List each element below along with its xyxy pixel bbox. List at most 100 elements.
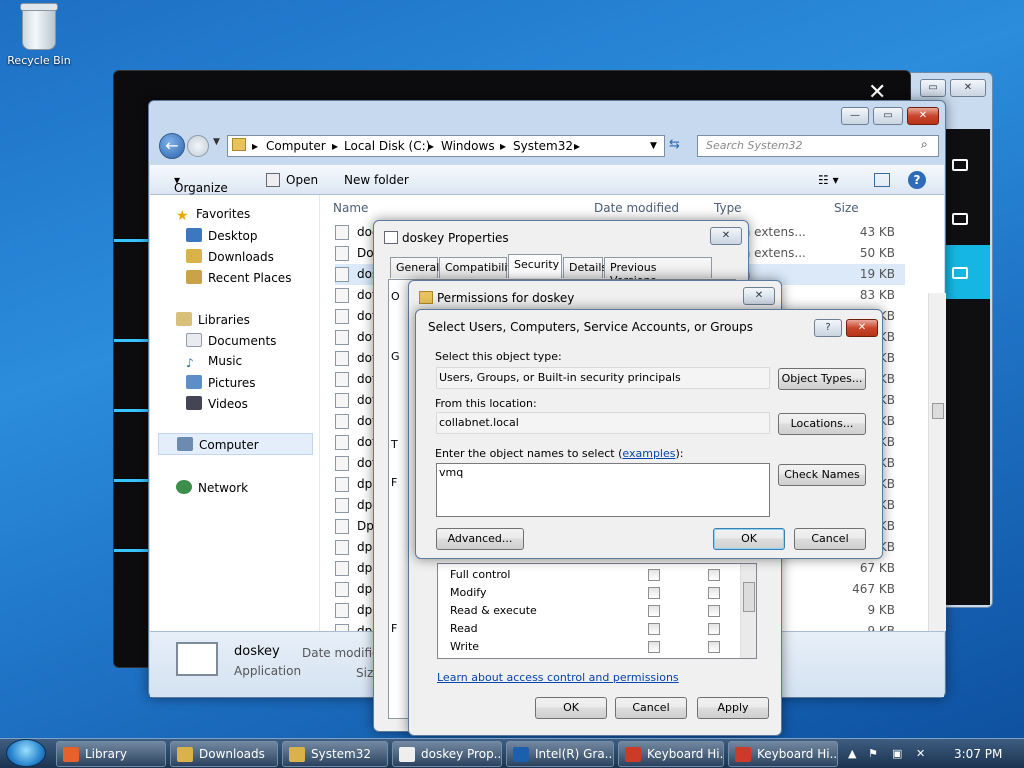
close-button[interactable]: ✕	[743, 287, 775, 305]
examples-link[interactable]: examples	[622, 447, 675, 460]
search-input[interactable]: Search System32	[697, 135, 939, 157]
folder-icon[interactable]	[952, 159, 968, 171]
access-control-help-link[interactable]: Learn about access control and permissio…	[437, 671, 679, 684]
file-icon	[335, 582, 349, 597]
address-dropdown-icon[interactable]: ▼	[650, 141, 657, 151]
ok-button[interactable]: OK	[713, 528, 785, 550]
column-name[interactable]: Name	[333, 201, 368, 215]
computer-icon	[177, 437, 193, 451]
cancel-button[interactable]: Cancel	[615, 697, 687, 719]
recycle-bin-icon	[20, 3, 58, 50]
view-options-icon[interactable]: ☷ ▾	[818, 173, 839, 187]
new-folder-button[interactable]: New folder	[344, 173, 409, 187]
locations-button[interactable]: Locations...	[778, 413, 866, 435]
tab-compatibility[interactable]: Compatibility	[439, 257, 518, 278]
libraries-icon	[176, 312, 192, 326]
folder-icon[interactable]	[952, 213, 968, 225]
search-icon[interactable]: ⌕	[921, 137, 928, 152]
back-button[interactable]: ←	[159, 133, 185, 159]
forward-button[interactable]	[187, 135, 209, 157]
permission-deny-checkbox[interactable]	[708, 569, 720, 581]
tab-details[interactable]: Details	[563, 257, 607, 278]
scrollbar-thumb[interactable]	[932, 403, 944, 419]
permission-deny-checkbox[interactable]	[708, 641, 720, 653]
nav-computer[interactable]: Computer	[158, 433, 313, 455]
breadcrumb-local-disk[interactable]: Local Disk (C:)	[344, 139, 430, 153]
permission-allow-checkbox[interactable]	[648, 587, 660, 599]
taskbar-button[interactable]: Library	[56, 741, 166, 767]
action-center-icon[interactable]: ⚑	[868, 747, 882, 760]
taskbar-button[interactable]: doskey Prop...	[392, 741, 502, 767]
help-button[interactable]: ?	[814, 319, 842, 337]
file-size: 43 KB	[859, 225, 895, 239]
tab-general[interactable]: General	[390, 257, 439, 278]
navigation-pane: ★ Favorites Desktop Downloads Recent Plac…	[150, 195, 320, 631]
nav-libraries[interactable]: Libraries	[176, 312, 250, 327]
volume-muted-icon[interactable]: ✕	[916, 747, 930, 760]
close-button[interactable]: ✕	[907, 107, 939, 125]
scrollbar-thumb[interactable]	[743, 582, 755, 612]
vertical-scrollbar[interactable]	[740, 564, 756, 658]
help-icon[interactable]: ?	[908, 171, 926, 189]
show-hidden-icons[interactable]: ▲	[848, 747, 862, 760]
taskbar-button[interactable]: Intel(R) Gra...	[506, 741, 614, 767]
nav-network[interactable]: Network	[176, 480, 248, 495]
folder-icon[interactable]	[952, 267, 968, 279]
vertical-scrollbar[interactable]	[928, 293, 946, 631]
cancel-button[interactable]: Cancel	[794, 528, 866, 550]
taskbar-button[interactable]: System32	[282, 741, 388, 767]
nav-music[interactable]: ♪ Music	[186, 354, 242, 370]
preview-pane-icon[interactable]	[874, 173, 890, 187]
minimize-button[interactable]: —	[841, 107, 869, 125]
refresh-icon[interactable]: ⇆	[669, 137, 680, 152]
nav-favorites[interactable]: ★ Favorites	[176, 207, 250, 224]
nav-desktop[interactable]: Desktop	[186, 228, 258, 243]
advanced-button[interactable]: Advanced...	[436, 528, 524, 550]
close-button[interactable]: ✕	[950, 79, 986, 97]
restore-button[interactable]: ▭	[920, 79, 946, 97]
breadcrumb-windows[interactable]: Windows	[441, 139, 495, 153]
check-names-button[interactable]: Check Names	[778, 464, 866, 486]
column-date-modified[interactable]: Date modified	[594, 201, 679, 215]
taskbar-button[interactable]: Keyboard Hi...	[728, 741, 838, 767]
permission-deny-checkbox[interactable]	[708, 587, 720, 599]
apply-button[interactable]: Apply	[697, 697, 769, 719]
recycle-bin-desktop-icon[interactable]: Recycle Bin	[4, 3, 74, 67]
column-size[interactable]: Size	[834, 201, 859, 215]
maximize-button[interactable]: ▭	[873, 107, 903, 125]
breadcrumb-computer[interactable]: Computer	[266, 139, 326, 153]
permission-allow-checkbox[interactable]	[648, 569, 660, 581]
breadcrumb-system32[interactable]: System32	[513, 139, 573, 153]
file-icon	[335, 309, 349, 324]
close-button[interactable]: ✕	[710, 227, 742, 245]
permission-deny-checkbox[interactable]	[708, 605, 720, 617]
address-bar[interactable]: ▸ Computer ▸ Local Disk (C:) ▸ Windows ▸…	[227, 135, 665, 157]
tab-security[interactable]: Security	[508, 254, 562, 278]
open-button[interactable]: Open	[286, 173, 318, 187]
nav-downloads[interactable]: Downloads	[186, 249, 274, 264]
nav-pictures[interactable]: Pictures	[186, 375, 256, 390]
taskbar-button[interactable]: Keyboard Hi...	[618, 741, 724, 767]
nav-recent-places[interactable]: Recent Places	[186, 270, 291, 285]
nav-videos[interactable]: Videos	[186, 396, 248, 411]
permission-allow-checkbox[interactable]	[648, 605, 660, 617]
permission-allow-checkbox[interactable]	[648, 641, 660, 653]
tab-previous-versions[interactable]: Previous Versions	[604, 257, 712, 287]
close-button[interactable]: ✕	[846, 319, 878, 337]
nav-documents[interactable]: Documents	[186, 333, 276, 348]
permission-allow-checkbox[interactable]	[648, 623, 660, 635]
ok-button[interactable]: OK	[535, 697, 607, 719]
dialog-title: Permissions for doskey	[437, 291, 575, 305]
recent-pages-dropdown-icon[interactable]: ▼	[213, 137, 220, 147]
file-icon	[335, 540, 349, 555]
taskbar-button[interactable]: Downloads	[170, 741, 278, 767]
clock[interactable]: 3:07 PM	[954, 747, 1002, 761]
file-icon	[335, 435, 349, 450]
column-type[interactable]: Type	[714, 201, 742, 215]
organize-button[interactable]: Organize ▾	[174, 173, 228, 195]
permission-deny-checkbox[interactable]	[708, 623, 720, 635]
start-button[interactable]	[6, 739, 46, 767]
object-types-button[interactable]: Object Types...	[778, 368, 866, 390]
object-names-input[interactable]: vmq	[436, 463, 770, 517]
network-icon[interactable]: ▣	[892, 747, 906, 760]
